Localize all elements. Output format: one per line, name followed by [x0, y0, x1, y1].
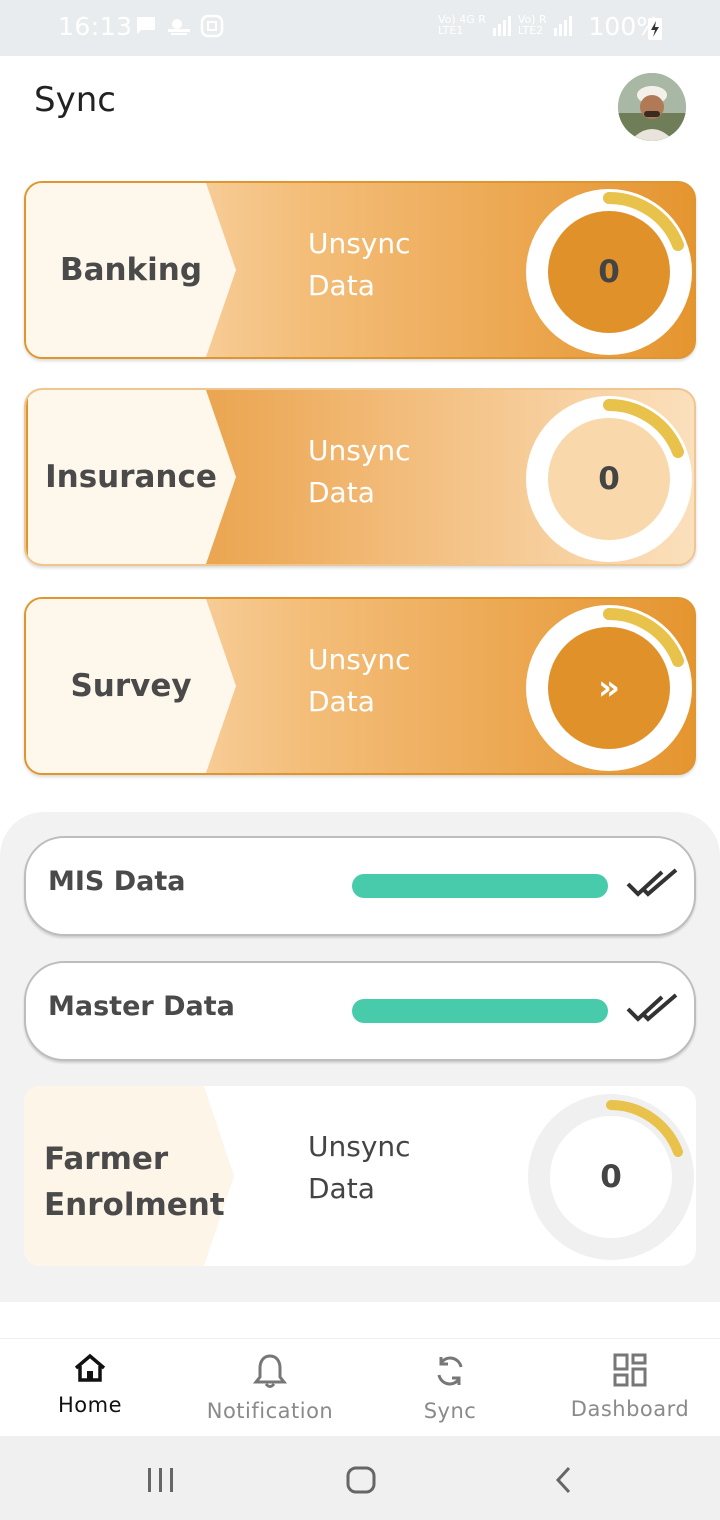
weather-icon	[168, 19, 190, 35]
page-title: Sync	[34, 80, 116, 120]
farmer-label-line-2: Enrolment	[44, 1187, 225, 1223]
nav-home[interactable]: Home	[0, 1353, 180, 1417]
sync-icon	[437, 1356, 463, 1386]
banking-unsync-text: Unsync Data	[308, 223, 411, 307]
back-icon[interactable]	[553, 1465, 573, 1495]
insurance-label: Insurance	[45, 459, 217, 495]
insurance-card[interactable]: Insurance Unsync Data 0	[24, 388, 696, 566]
unsync-line-1: Unsync	[308, 643, 411, 676]
mis-data-progress-bar	[352, 874, 608, 898]
farmer-enrolment-label: Farmer Enrolment	[44, 1136, 225, 1228]
farmer-enrolment-card[interactable]: Farmer Enrolment Unsync Data 0	[24, 1086, 696, 1266]
banking-progress-ring: 0	[526, 189, 692, 355]
system-navigation-bar	[0, 1436, 720, 1520]
bell-icon	[252, 1354, 288, 1388]
banking-label: Banking	[59, 252, 203, 288]
insurance-progress-ring: 0	[526, 396, 692, 562]
battery-charging-icon	[648, 18, 662, 40]
dashboard-icon	[613, 1353, 647, 1387]
home-button-icon[interactable]	[345, 1465, 377, 1495]
survey-forward-button[interactable]: »	[548, 627, 670, 749]
signal-icon	[492, 16, 511, 36]
user-photo-icon	[618, 73, 686, 141]
recent-apps-icon[interactable]	[146, 1466, 176, 1494]
unsync-line-2: Data	[308, 685, 375, 718]
insurance-count: 0	[548, 418, 670, 540]
master-data-label: Master Data	[48, 991, 235, 1022]
unsync-line-2: Data	[308, 269, 375, 302]
signal-icon-2	[553, 16, 572, 36]
unsync-line-1: Unsync	[308, 434, 411, 467]
farmer-progress-ring: 0	[528, 1094, 694, 1260]
nav-home-label: Home	[57, 1393, 122, 1417]
status-bar: 16:13 Vo) 4G R LTE1 Vo) R LTE2 100%	[0, 0, 720, 56]
network-2-sub: LTE2	[517, 24, 544, 37]
survey-unsync-text: Unsync Data	[308, 639, 411, 723]
avatar[interactable]	[618, 73, 686, 141]
message-icon	[137, 17, 155, 34]
nav-notification[interactable]: Notification	[180, 1353, 360, 1423]
app-notification-icon	[200, 14, 224, 38]
farmer-unsync-text: Unsync Data	[308, 1126, 411, 1210]
farmer-label-line-1: Farmer	[44, 1141, 169, 1177]
banking-count: 0	[548, 211, 670, 333]
farmer-count: 0	[550, 1116, 672, 1238]
unsync-line-2: Data	[308, 476, 375, 509]
unsync-line-1: Unsync	[308, 227, 411, 260]
network-indicators: Vo) 4G R LTE1 Vo) R LTE2	[438, 14, 573, 36]
master-data-row[interactable]: Master Data	[24, 961, 696, 1061]
unsync-line-2: Data	[308, 1172, 375, 1205]
bottom-navigation: Home Notification Sync Dashboard	[0, 1338, 720, 1437]
unsync-line-1: Unsync	[308, 1130, 411, 1163]
home-icon	[74, 1353, 106, 1382]
master-data-progress-bar	[352, 999, 608, 1023]
survey-label: Survey	[70, 668, 192, 704]
insurance-unsync-text: Unsync Data	[308, 430, 411, 514]
network-1-sub: LTE1	[438, 24, 464, 37]
mis-data-label: MIS Data	[48, 866, 186, 897]
banking-card[interactable]: Banking Unsync Data 0	[24, 181, 696, 359]
double-check-icon	[626, 868, 678, 897]
nav-dashboard[interactable]: Dashboard	[540, 1353, 720, 1421]
nav-notification-label: Notification	[206, 1399, 334, 1423]
survey-card[interactable]: Survey Unsync Data »	[24, 597, 696, 775]
survey-progress-ring: »	[526, 605, 692, 771]
nav-dashboard-label: Dashboard	[570, 1397, 690, 1421]
nav-sync-label: Sync	[423, 1399, 477, 1423]
status-time: 16:13	[58, 12, 133, 41]
mis-data-row[interactable]: MIS Data	[24, 836, 696, 936]
double-check-icon	[626, 993, 678, 1022]
status-icons	[134, 14, 224, 38]
nav-sync[interactable]: Sync	[360, 1353, 540, 1423]
